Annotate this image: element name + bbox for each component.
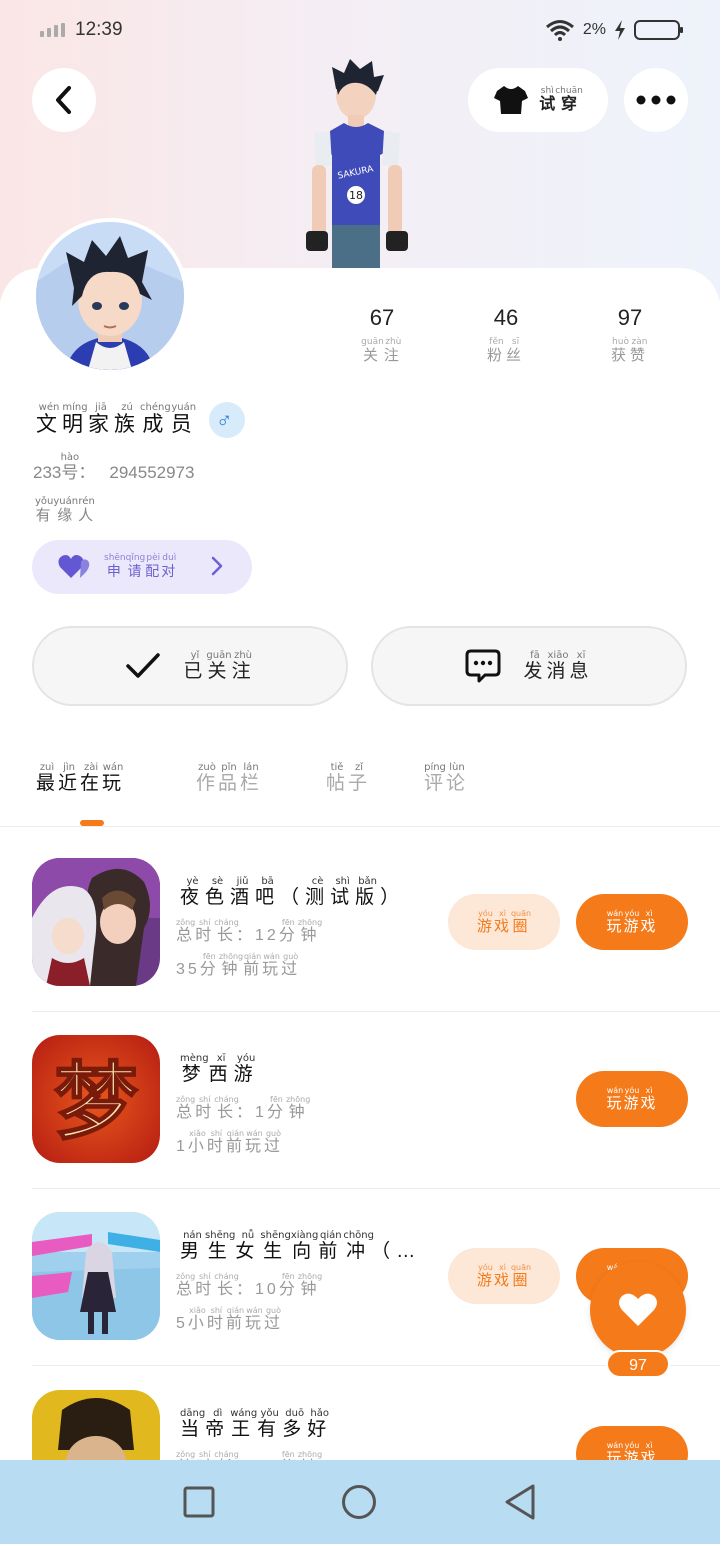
signal-icon: [40, 23, 65, 37]
like-count-badge: 97: [606, 1350, 670, 1378]
game-title: 当dāng帝dì王wáng有yǒu多duō好hǎo: [180, 1408, 333, 1440]
heart-icon: [619, 1293, 657, 1326]
user-id-row[interactable]: 233号hào： 294552973: [33, 452, 194, 483]
send-message-button[interactable]: 发fā消xiāo息xī: [371, 626, 687, 706]
user-id-number: 294552973: [109, 463, 195, 482]
tab-recently-played[interactable]: 最zuì近jìn在zài玩wán: [36, 762, 196, 795]
tshirt-icon: [494, 86, 529, 114]
home-icon[interactable]: [341, 1484, 377, 1520]
game-title: 梦mèng西xī游yóu: [180, 1053, 259, 1085]
system-navigation-bar: [0, 1460, 720, 1544]
game-last-played: 1小xiǎo时shí前qián玩wán过guò: [176, 1129, 283, 1155]
status-time: 12:39: [75, 19, 123, 40]
followers-count: 46: [493, 305, 519, 330]
chevron-right-icon: [211, 556, 223, 576]
chat-bubble-icon: [465, 649, 501, 683]
game-circle-button[interactable]: 游yóu 戏xì 圈quān: [448, 1248, 560, 1304]
back-arrow-icon: [56, 86, 71, 114]
user-avatar[interactable]: [32, 218, 188, 374]
more-options-button[interactable]: [624, 68, 688, 132]
request-pairing-label: 申shēn请qǐng配pèi对duì: [104, 553, 178, 579]
followed-button[interactable]: 已yǐ关guān注zhù: [32, 626, 348, 706]
game-row[interactable]: 夜yè色sè酒jiǔ吧bā（测cè试shì版bǎn） 总zǒng时shí长chá…: [32, 858, 688, 988]
game-title: 夜yè色sè酒jiǔ吧bā（测cè试shì版bǎn）: [180, 876, 406, 908]
followed-label: 已yǐ关guān注zhù: [183, 649, 255, 682]
profile-tabs: 最zuì近jìn在zài玩wán 作zuò品pǐn栏lán 帖tiě子zǐ 评p…: [36, 762, 586, 795]
battery-percent: 2%: [582, 21, 606, 38]
profile-stats: 67 关guān注zhù 46 粉fěn丝sī 97 获huò赞zàn: [320, 305, 692, 365]
more-dots-icon: [636, 95, 676, 105]
recent-apps-icon[interactable]: [183, 1486, 215, 1518]
tab-works[interactable]: 作zuò品pǐn栏lán: [196, 762, 326, 795]
request-pairing-button[interactable]: 申shēn请qǐng配pèi对duì: [32, 540, 252, 594]
try-on-label: 试shì穿chuān: [539, 86, 583, 113]
tab-comments[interactable]: 评píng论lùn: [424, 762, 586, 795]
user-id-prefix: 233: [33, 463, 62, 482]
followers-label: 粉fěn丝sī: [486, 337, 526, 364]
battery-icon: [634, 20, 683, 40]
play-game-button[interactable]: 玩wán游yóu戏xì: [576, 894, 688, 950]
game-last-played: 5小xiǎo时shí前qián玩wán过guò: [176, 1306, 283, 1332]
username: 文wén明míng家jiā族zú成chéng员yuán: [36, 402, 197, 436]
username-row: 文wén明míng家jiā族zú成chéng员yuán ♂: [36, 402, 245, 438]
try-on-button[interactable]: 试shì穿chuān: [468, 68, 608, 132]
tab-posts[interactable]: 帖tiě子zǐ: [326, 762, 424, 795]
play-game-button[interactable]: 玩wán游yóu戏xì: [576, 1071, 688, 1127]
checkmark-icon: [126, 653, 161, 678]
game-total-duration: 总zǒng时shí长cháng：12分fēn钟zhōng: [176, 918, 323, 944]
user-bio: 有yǒu缘yuán人rén: [35, 496, 96, 524]
avatar-3d-character: SAKURA 18: [306, 59, 408, 269]
game-icon-dream-west: 梦: [32, 1035, 160, 1163]
game-icon-rush-forward: [32, 1212, 160, 1340]
send-message-label: 发fā消xiāo息xī: [523, 649, 593, 682]
following-label: 关guān注zhù: [361, 337, 403, 364]
game-last-played: 35分fēn钟zhōng前qián玩wán过guò: [176, 952, 301, 978]
male-gender-icon: ♂: [208, 402, 245, 438]
stat-likes[interactable]: 97 获huò赞zàn: [568, 305, 692, 365]
status-bar: 12:39 2%: [0, 0, 720, 60]
stat-following[interactable]: 67 关guān注zhù: [320, 305, 444, 365]
svg-text:梦: 梦: [54, 1053, 138, 1151]
game-circle-button[interactable]: 游yóu 戏xì 圈quān: [448, 894, 560, 950]
game-icon-nightclub: [32, 858, 160, 986]
row-divider: [32, 1011, 720, 1012]
back-triangle-icon[interactable]: [503, 1483, 537, 1521]
game-title: 男nán生shēng女nǚ生shēng向xiàng前qián冲chōng（…: [180, 1230, 422, 1262]
row-divider: [32, 1188, 720, 1189]
likes-label: 获huò赞zàn: [610, 337, 650, 364]
like-button[interactable]: [590, 1262, 686, 1358]
game-total-duration: 总zǒng时shí长cháng：1分fēn钟zhōng: [176, 1095, 311, 1121]
game-total-duration: 总zǒng时shí长cháng：10分fēn钟zhōng: [176, 1272, 323, 1298]
likes-count: 97: [617, 305, 643, 330]
tabs-divider: [0, 826, 720, 827]
game-row[interactable]: 梦 梦mèng西xī游yóu 总zǒng时shí长cháng：1分fēn钟zhō…: [32, 1035, 688, 1165]
double-heart-icon: [58, 555, 90, 578]
user-id-colon: ：: [78, 463, 96, 482]
stat-followers[interactable]: 46 粉fěn丝sī: [444, 305, 568, 365]
user-id-word: 号hào: [60, 452, 80, 482]
charging-icon: [615, 20, 625, 40]
back-button[interactable]: [32, 68, 96, 132]
svg-text:18: 18: [349, 189, 363, 202]
avatar-portrait-image: [36, 222, 184, 370]
game-row[interactable]: 男nán生shēng女nǚ生shēng向xiàng前qián冲chōng（… 总…: [32, 1212, 688, 1342]
wifi-icon: [545, 20, 574, 41]
following-count: 67: [369, 305, 395, 330]
